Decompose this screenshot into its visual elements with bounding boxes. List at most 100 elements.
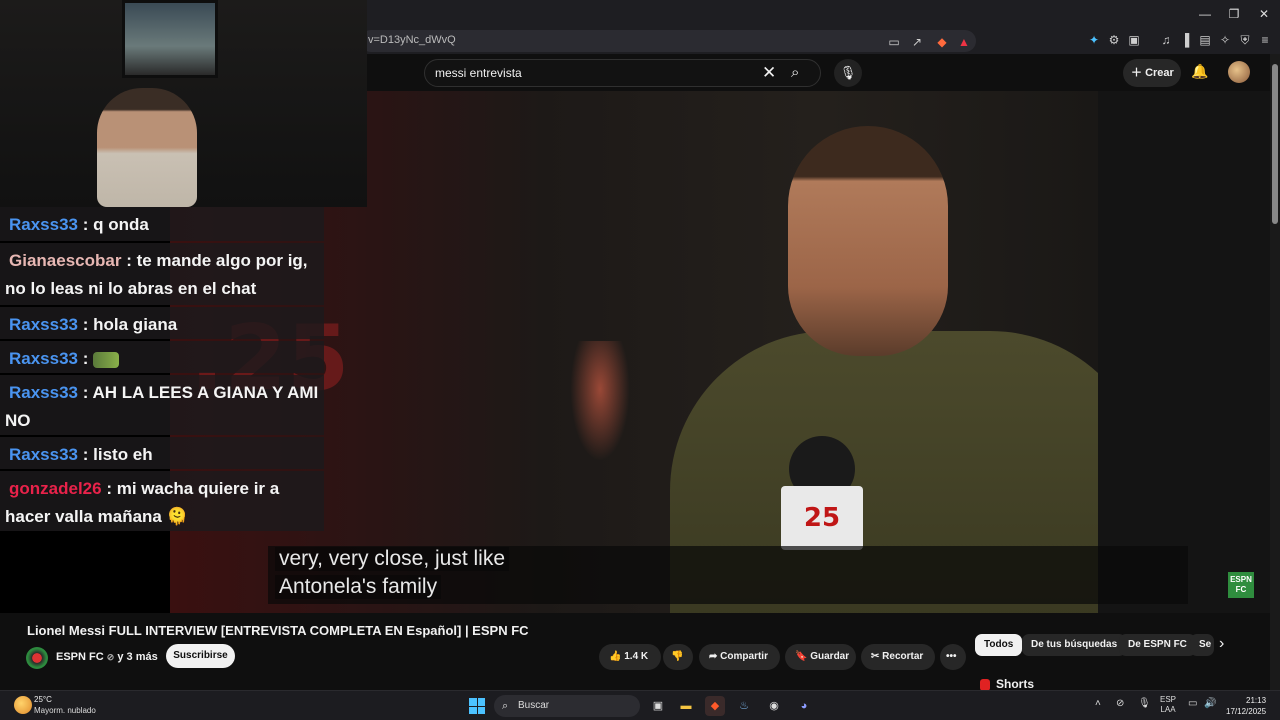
dislike-button[interactable]: 👎 <box>663 644 693 670</box>
chip-related[interactable]: Se <box>1190 634 1214 656</box>
taskbar-search[interactable]: ⌕ Buscar <box>494 695 640 717</box>
mic-flag-logo: 25 <box>781 486 863 550</box>
subscribe-button[interactable]: Suscribirse <box>166 644 235 668</box>
taskbar-search-label: Buscar <box>518 700 550 711</box>
chat-username: gonzadel26 <box>9 479 102 498</box>
clip-button[interactable]: ✂ Recortar <box>861 644 935 670</box>
network-off-icon[interactable]: ⊘ <box>1116 698 1124 709</box>
restore-icon[interactable]: ❐ <box>1219 4 1249 24</box>
discord-icon[interactable]: ◕ <box>794 696 814 716</box>
start-windows-icon[interactable] <box>469 698 485 714</box>
voice-search-icon[interactable]: 🎙 <box>834 59 862 87</box>
weather-icon[interactable] <box>14 696 32 714</box>
search-glass-icon: ⌕ <box>502 700 509 712</box>
chat-username: Raxss33 <box>9 349 79 368</box>
sidebar-icon[interactable]: ▐ <box>1176 31 1194 49</box>
espn-fc-watermark: ESPN FC <box>1228 572 1254 598</box>
page-scrollbar[interactable] <box>1270 54 1280 690</box>
leo-ai-icon[interactable]: ✧ <box>1216 31 1234 49</box>
file-explorer-icon[interactable]: ▬ <box>676 696 696 716</box>
chip-from-searches[interactable]: De tus búsquedas <box>1022 634 1127 656</box>
webcam-overlay <box>0 0 367 207</box>
channel-avatar[interactable] <box>26 647 48 669</box>
tray-overflow-icon[interactable]: ˄ <box>1095 698 1101 709</box>
channel-name[interactable]: ESPN FC ⊘ y 3 más <box>56 651 158 663</box>
url-text: v=D13yNc_dWvQ <box>368 34 456 46</box>
chat-text: : listo eh <box>82 445 153 464</box>
chat-username: Raxss33 <box>9 445 79 464</box>
close-window-icon[interactable]: ✕ <box>1249 4 1279 24</box>
microphone: 25 <box>781 436 863 556</box>
minimize-icon[interactable]: — <box>1190 4 1220 24</box>
address-bar[interactable]: v=D13yNc_dWvQ ▭ ↗ ◆ ▲ <box>360 30 976 52</box>
obs-icon[interactable]: ◉ <box>764 696 784 716</box>
menu-icon[interactable]: ≡ <box>1256 31 1274 49</box>
taskbar: 25°C Mayorm. nublado ⌕ Buscar ▣ ▬ ◆ ♨ ◉ … <box>0 690 1280 720</box>
steam-icon[interactable]: ♨ <box>734 696 754 716</box>
chip-all[interactable]: Todos <box>975 634 1023 656</box>
vpn-icon[interactable]: ⛨ <box>1236 31 1254 49</box>
user-avatar[interactable] <box>1228 61 1250 83</box>
search-box[interactable]: messi entrevista ✕ ⌕ <box>424 59 821 87</box>
chat-text: : <box>82 349 94 368</box>
translate-icon[interactable]: ✦ <box>1085 31 1103 49</box>
chat-message: Raxss33 : hola giana <box>0 307 324 339</box>
like-button[interactable]: 👍 1.4 K <box>599 644 661 670</box>
brave-rewards-icon[interactable]: ▲ <box>955 33 973 51</box>
screen: — ❐ ✕ v=D13yNc_dWvQ ▭ ↗ ◆ ▲ ✦ ⚙ ▣ ♫ ▐ ▤ … <box>0 0 1280 720</box>
music-icon[interactable]: ♫ <box>1157 31 1175 49</box>
brave-browser-icon[interactable]: ◆ <box>705 696 725 716</box>
weather-temperature: 25°C <box>34 695 52 704</box>
chevron-right-icon[interactable]: › <box>1219 635 1224 653</box>
chat-username: Raxss33 <box>9 383 79 402</box>
share-icon: ➦ <box>709 651 718 662</box>
chip-from-channel[interactable]: De ESPN FC <box>1119 634 1196 656</box>
search-input[interactable]: messi entrevista <box>435 66 522 80</box>
create-button[interactable]: ＋ Crear <box>1123 59 1181 87</box>
chat-message: Gianaescobar : te mande algo por ig, no … <box>0 243 324 305</box>
keyboard-layout: LAA <box>1160 705 1176 714</box>
shorts-label: Shorts <box>996 677 1035 691</box>
video-title: Lionel Messi FULL INTERVIEW [ENTREVISTA … <box>27 623 529 638</box>
interviewee-head <box>788 126 948 356</box>
share-label: Compartir <box>720 651 768 662</box>
task-view-icon[interactable]: ▣ <box>648 696 668 716</box>
search-icon[interactable]: ⌕ <box>791 64 799 81</box>
chat-message: gonzadel26 : mi wacha quiere ir a hacer … <box>0 471 324 531</box>
extensions-icon[interactable]: ⚙ <box>1105 31 1123 49</box>
dislike-icon: 👎 <box>671 651 684 662</box>
streamer <box>97 88 197 207</box>
chat-text: : q onda <box>82 215 149 234</box>
chat-text: : hola giana <box>82 315 178 334</box>
more-actions-icon[interactable]: ••• <box>940 644 966 670</box>
clock-time: 21:13 <box>1246 696 1267 705</box>
chat-username: Raxss33 <box>9 315 79 334</box>
save-label: Guardar <box>810 651 850 662</box>
clip-label: Recortar <box>882 651 924 662</box>
chat-username: Gianaescobar <box>9 251 122 270</box>
system-clock[interactable]: 21:13 17/12/2025 <box>1226 695 1266 717</box>
caption-line-2: Antonela's family <box>275 575 442 599</box>
video-info: Lionel Messi FULL INTERVIEW [ENTREVISTA … <box>0 613 1270 691</box>
cast-icon[interactable]: ▭ <box>885 33 903 51</box>
verified-icon: ⊘ <box>106 652 115 662</box>
display-icon[interactable]: ▭ <box>1188 698 1197 709</box>
microphone-tray-icon[interactable]: 🎙 <box>1138 698 1151 709</box>
language-indicator[interactable]: ESP LAA <box>1160 695 1176 715</box>
scroll-thumb[interactable] <box>1272 64 1278 224</box>
create-label: Crear <box>1145 67 1174 79</box>
chat-message: Raxss33 : q onda <box>0 207 324 241</box>
language-code: ESP <box>1160 695 1177 704</box>
screenshot-icon[interactable]: ▣ <box>1125 31 1143 49</box>
share-button[interactable]: ➦ Compartir <box>699 644 780 670</box>
wallet-icon[interactable]: ▤ <box>1196 31 1214 49</box>
webcam-background-window <box>122 0 218 78</box>
volume-icon[interactable]: 🔊 <box>1204 698 1216 709</box>
save-button[interactable]: 🔖 Guardar <box>785 644 856 670</box>
share-page-icon[interactable]: ↗ <box>908 33 926 51</box>
weather-description: Mayorm. nublado <box>34 706 96 715</box>
brave-shield-icon[interactable]: ◆ <box>933 33 951 51</box>
notifications-bell-icon[interactable]: 🔔 <box>1191 63 1208 80</box>
clear-search-icon[interactable]: ✕ <box>762 63 776 83</box>
bookmark-icon: 🔖 <box>795 651 808 662</box>
